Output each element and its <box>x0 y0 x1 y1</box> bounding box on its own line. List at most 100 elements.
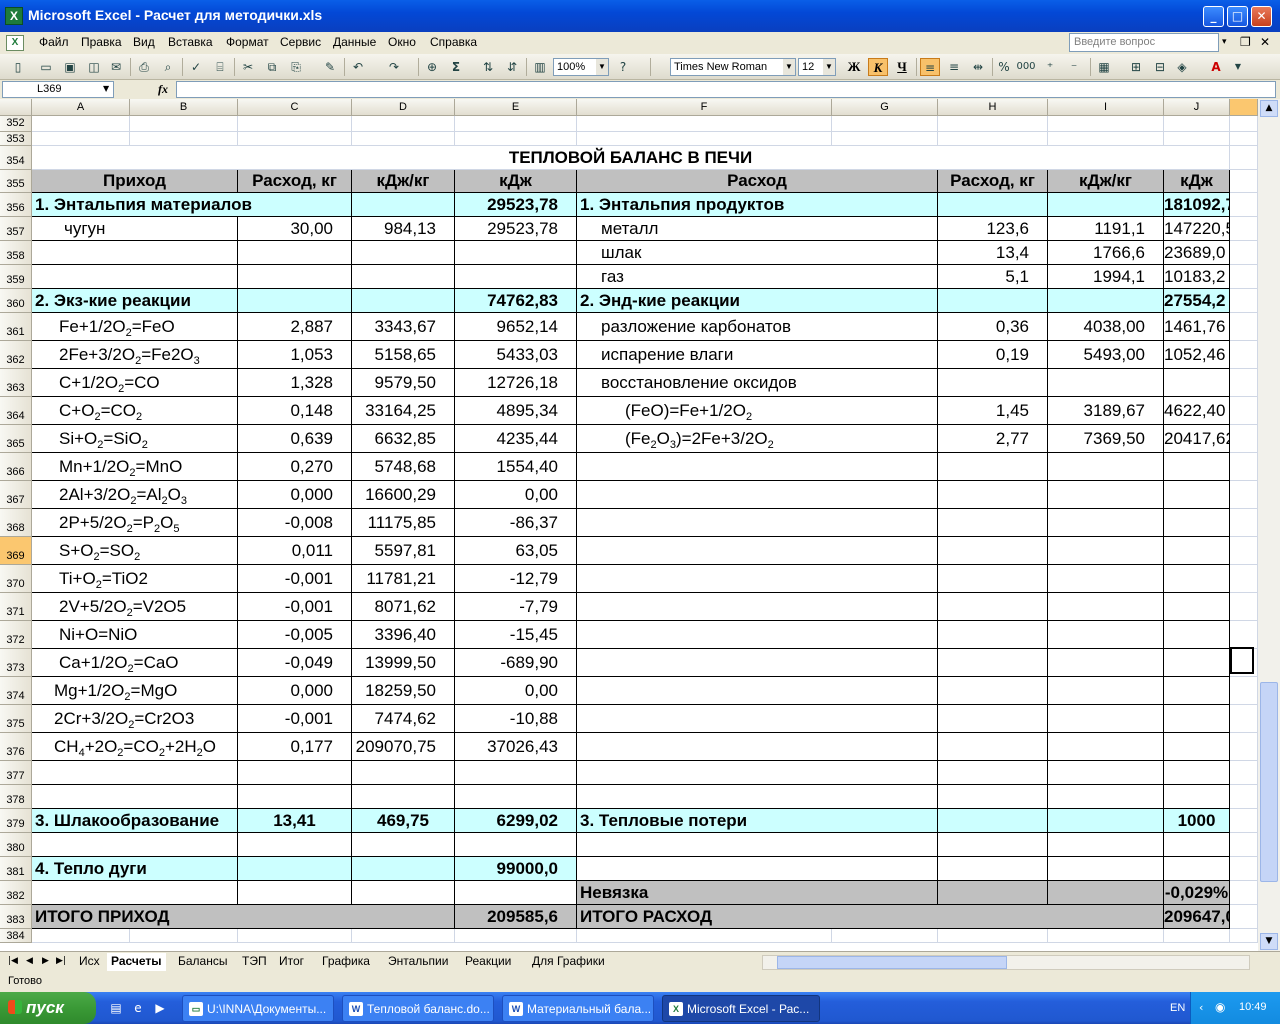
cell[interactable] <box>577 833 938 857</box>
cell[interactable] <box>1048 733 1164 761</box>
empty-cell[interactable] <box>1230 265 1258 289</box>
horizontal-scrollbar[interactable] <box>762 955 1250 970</box>
formula-input[interactable] <box>176 81 1276 98</box>
cell[interactable] <box>238 265 352 289</box>
cell[interactable] <box>238 785 352 809</box>
column-header-b[interactable]: B <box>130 99 238 116</box>
ask-dropdown-icon[interactable]: ▾ <box>1222 37 1227 47</box>
column-header-e[interactable]: E <box>455 99 577 116</box>
value-cell[interactable]: 1461,76 <box>1164 313 1230 341</box>
row-header-361[interactable]: 361 <box>0 313 32 341</box>
row-header-376[interactable]: 376 <box>0 733 32 761</box>
empty-cell[interactable] <box>130 132 238 146</box>
column-header-h[interactable]: H <box>938 99 1048 116</box>
empty-cell[interactable] <box>1230 677 1258 705</box>
value-cell[interactable]: 1554,40 <box>455 453 577 481</box>
cell[interactable] <box>938 649 1048 677</box>
permission-icon[interactable]: ◫ <box>84 58 104 76</box>
cell[interactable] <box>938 593 1048 621</box>
empty-cell[interactable] <box>1230 857 1258 881</box>
cell[interactable] <box>1164 677 1230 705</box>
value-cell[interactable] <box>938 369 1048 397</box>
font-color-icon[interactable]: A <box>1206 58 1226 76</box>
value-cell[interactable]: 8071,62 <box>352 593 455 621</box>
cell[interactable] <box>352 265 455 289</box>
undo-icon[interactable]: ↶ <box>348 58 368 76</box>
cell[interactable] <box>577 509 938 537</box>
value-cell[interactable]: 4235,44 <box>455 425 577 453</box>
empty-cell[interactable] <box>1230 537 1258 565</box>
value-cell[interactable]: -12,79 <box>455 565 577 593</box>
value-cell[interactable]: 0,36 <box>938 313 1048 341</box>
row-header-358[interactable]: 358 <box>0 241 32 265</box>
header-rashod-kg[interactable]: Расход, кг <box>238 170 352 193</box>
row-header-370[interactable]: 370 <box>0 565 32 593</box>
header-rashod[interactable]: Расход <box>577 170 938 193</box>
empty-cell[interactable] <box>1230 593 1258 621</box>
cell[interactable] <box>1048 785 1164 809</box>
comma-style-button[interactable]: 000 <box>1016 58 1036 76</box>
cell[interactable] <box>1164 509 1230 537</box>
increase-decimal-icon[interactable]: ⁺ <box>1040 58 1060 76</box>
empty-cell[interactable] <box>1230 509 1258 537</box>
table-icon[interactable]: ⊞ <box>1126 58 1146 76</box>
scroll-thumb[interactable] <box>1260 682 1278 882</box>
value-cell[interactable]: 3189,67 <box>1048 397 1164 425</box>
empty-cell[interactable] <box>1230 785 1258 809</box>
reaction-formula[interactable]: Ti+O2=TiO2 <box>32 565 238 593</box>
cell[interactable] <box>455 785 577 809</box>
close-button[interactable]: ✕ <box>1251 6 1272 27</box>
row-header-377[interactable]: 377 <box>0 761 32 785</box>
row-header-356[interactable]: 356 <box>0 193 32 217</box>
reaction-formula[interactable]: 2P+5/2O2=P2O5 <box>32 509 238 537</box>
value-cell[interactable]: 18259,50 <box>352 677 455 705</box>
tab-dlya-grafiki[interactable]: Для Графики <box>528 953 609 971</box>
empty-cell[interactable] <box>938 929 1048 943</box>
cell[interactable] <box>352 241 455 265</box>
next-sheet-icon[interactable]: ▶ <box>42 956 49 966</box>
value-cell[interactable]: 27554,2 <box>1164 289 1230 313</box>
cell[interactable] <box>238 881 352 905</box>
value-cell[interactable]: 1000 <box>1164 809 1230 833</box>
task-folder[interactable]: ▭ U:\INNA\Документы... <box>182 995 334 1022</box>
reaction-formula[interactable]: Ni+O=NiO <box>32 621 238 649</box>
row-header-362[interactable]: 362 <box>0 341 32 369</box>
tab-itog[interactable]: Итог <box>275 953 308 971</box>
empty-cell[interactable] <box>938 116 1048 132</box>
row-header-379[interactable]: 379 <box>0 809 32 833</box>
empty-cell[interactable] <box>1230 369 1258 397</box>
value-cell[interactable]: 0,19 <box>938 341 1048 369</box>
value-cell[interactable]: 984,13 <box>352 217 455 241</box>
chart-wizard-icon[interactable]: ▥ <box>530 58 550 76</box>
value-cell[interactable]: 0,639 <box>238 425 352 453</box>
value-cell[interactable]: -15,45 <box>455 621 577 649</box>
row-header-369[interactable]: 369 <box>0 537 32 565</box>
cell[interactable] <box>938 809 1048 833</box>
cell[interactable] <box>455 761 577 785</box>
section-endo-reactions[interactable]: 2. Энд-кие реакции <box>577 289 938 313</box>
hyperlink-icon[interactable]: ⊕ <box>422 58 442 76</box>
font-size-select[interactable]: 12 ▼ <box>798 58 836 76</box>
menu-file[interactable]: Файл <box>39 35 69 49</box>
paste-icon[interactable]: ⎘ <box>286 58 306 76</box>
cell[interactable] <box>1164 453 1230 481</box>
email-icon[interactable]: ✉ <box>106 58 126 76</box>
row-header-363[interactable]: 363 <box>0 369 32 397</box>
row-label[interactable]: восстановление оксидов <box>577 369 938 397</box>
prev-sheet-icon[interactable]: ◀ <box>26 956 33 966</box>
value-cell[interactable]: 5748,68 <box>352 453 455 481</box>
cell[interactable] <box>1048 537 1164 565</box>
value-cell[interactable]: 0,148 <box>238 397 352 425</box>
row-header-381[interactable]: 381 <box>0 857 32 881</box>
row-header-374[interactable]: 374 <box>0 677 32 705</box>
value-cell[interactable]: 469,75 <box>352 809 455 833</box>
active-cell[interactable] <box>1230 647 1254 674</box>
value-cell[interactable] <box>1048 369 1164 397</box>
value-cell[interactable]: 29523,78 <box>455 217 577 241</box>
scroll-down-icon[interactable]: ▼ <box>1260 933 1278 950</box>
worksheet[interactable]: ABCDEFGHIJ 352 353 354 355 356 357 358 359 360 36… <box>0 99 1258 951</box>
menu-tools[interactable]: Сервис <box>280 35 321 49</box>
empty-cell[interactable] <box>1230 241 1258 265</box>
decrease-decimal-icon[interactable]: ⁻ <box>1064 58 1084 76</box>
empty-cell[interactable] <box>1230 481 1258 509</box>
